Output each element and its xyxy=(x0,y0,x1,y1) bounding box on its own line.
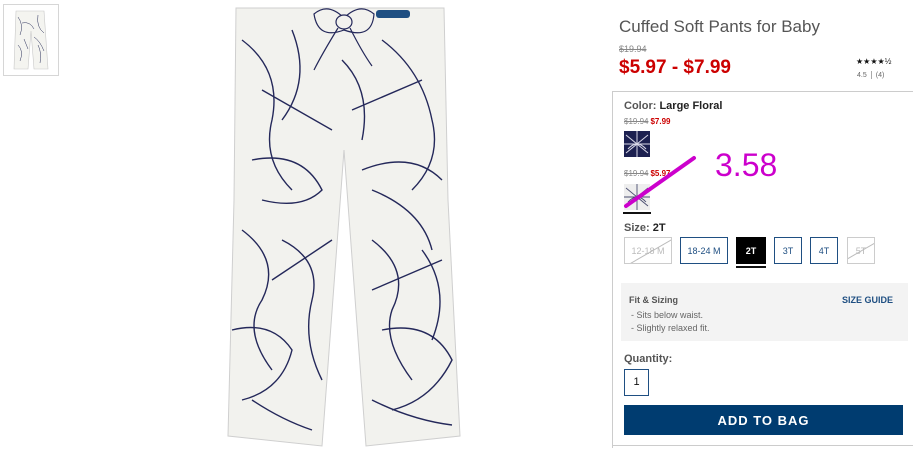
swatch-old-price: $19.94 xyxy=(624,117,649,126)
fit-item: - Sits below waist. xyxy=(631,310,704,320)
quantity-label: Quantity: xyxy=(624,353,673,365)
original-price: $19.94 xyxy=(619,44,647,54)
annotation-label: 3.58 xyxy=(715,147,778,183)
fit-sizing-title: Fit & Sizing xyxy=(629,295,678,305)
add-to-bag-button[interactable]: ADD TO BAG xyxy=(624,405,903,435)
options-panel xyxy=(612,91,913,448)
selected-size: 2T xyxy=(652,222,666,234)
size-label-text: Size: xyxy=(624,222,650,234)
fit-item: - Slightly relaxed fit. xyxy=(631,323,710,333)
divider xyxy=(870,71,872,79)
size-guide-link[interactable]: SIZE GUIDE xyxy=(842,295,893,305)
size-label: Size: 2T xyxy=(624,222,666,234)
selected-size-indicator xyxy=(736,266,766,268)
size-option-18-24m[interactable]: 18-24 M xyxy=(680,237,728,264)
swatch-price-1: $19.94 $7.99 xyxy=(624,117,671,126)
size-option-2t[interactable]: 2T xyxy=(736,237,766,264)
divider xyxy=(612,445,913,446)
review-count[interactable]: (4) xyxy=(876,72,885,79)
size-option-5t[interactable]: 5T xyxy=(847,237,875,264)
selected-color: Large Floral xyxy=(659,100,723,112)
product-thumbnail[interactable] xyxy=(3,4,59,76)
product-main-image xyxy=(222,0,466,448)
rating-summary[interactable]: 4.5 (4) xyxy=(857,71,884,79)
size-option-3t[interactable]: 3T xyxy=(774,237,802,264)
selected-swatch-indicator xyxy=(623,212,651,214)
product-title: Cuffed Soft Pants for Baby xyxy=(619,17,820,36)
rating-value: 4.5 xyxy=(857,71,867,79)
size-option-4t[interactable]: 4T xyxy=(810,237,838,264)
color-label: Color: Large Floral xyxy=(624,100,722,112)
color-label-text: Color: xyxy=(624,100,657,112)
sale-price: $5.97 - $7.99 xyxy=(619,57,731,78)
annotation-arrow-icon xyxy=(624,156,696,208)
star-rating-icon[interactable]: ★★★★½ xyxy=(856,57,891,66)
size-option-12-18m[interactable]: 12-18 M xyxy=(624,237,672,264)
quantity-input[interactable]: 1 xyxy=(624,369,649,396)
swatch-new-price: $7.99 xyxy=(650,117,671,126)
